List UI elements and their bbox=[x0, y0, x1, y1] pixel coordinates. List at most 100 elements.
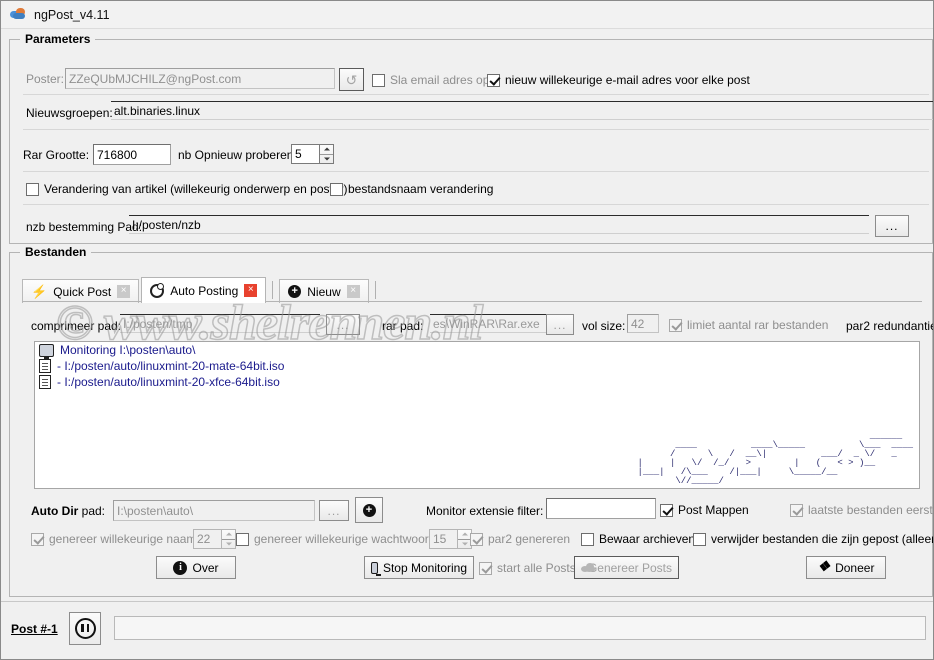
new-random-email-checkbox[interactable]: nieuw willekeurige e-mail adres voor elk… bbox=[487, 73, 750, 87]
par2-generate-label: par2 genereren bbox=[488, 532, 571, 546]
tab-divider bbox=[374, 281, 376, 299]
divider bbox=[23, 204, 929, 205]
keep-archives-checkbox[interactable]: Bewaar archieven bbox=[581, 532, 695, 546]
latest-files-first-checkbox[interactable]: laatste bestanden eerst bbox=[790, 503, 933, 517]
rar-path-browse-button[interactable]: ... bbox=[546, 314, 574, 335]
delete-posted-checkbox[interactable]: verwijder bestanden die zijn gepost (all… bbox=[693, 532, 934, 546]
tab-nieuw[interactable]: + Nieuw × bbox=[279, 279, 369, 303]
retry-label: nb Opnieuw proberen: bbox=[178, 148, 297, 162]
random-password-length-value: 15 bbox=[429, 529, 457, 549]
auto-dir-add-button[interactable]: + bbox=[355, 497, 383, 523]
list-item[interactable]: Monitoring I:\posten\auto\ bbox=[35, 342, 919, 359]
article-change-checkbox[interactable]: Verandering van artikel (willekeurig ond… bbox=[26, 182, 348, 196]
checkbox-box bbox=[487, 73, 500, 87]
rar-size-input[interactable] bbox=[93, 144, 171, 165]
checkbox-box bbox=[790, 503, 803, 517]
compress-path-browse-button[interactable]: ... bbox=[326, 314, 360, 335]
list-item-label: - I:/posten/auto/linuxmint-20-mate-64bit… bbox=[57, 359, 285, 373]
random-password-label: genereer willekeurige wachtwoord bbox=[254, 532, 436, 546]
retry-stepper-buttons[interactable] bbox=[319, 144, 334, 164]
auto-dir-input[interactable] bbox=[113, 500, 315, 521]
about-button[interactable]: i Over bbox=[156, 556, 236, 579]
plus-circle-icon: + bbox=[362, 503, 376, 517]
stop-monitoring-label: Stop Monitoring bbox=[382, 560, 467, 575]
random-password-checkbox[interactable]: genereer willekeurige wachtwoord bbox=[236, 532, 435, 546]
random-name-length-stepper[interactable]: 22 bbox=[193, 529, 236, 549]
auto-dir-label-bold: Auto Dir bbox=[31, 504, 79, 518]
rar-path-label: rar pad: bbox=[382, 319, 424, 333]
list-item[interactable]: - I:/posten/auto/linuxmint-20-xfce-64bit… bbox=[35, 374, 919, 390]
checkbox-box bbox=[330, 182, 343, 196]
filename-change-label: bestandsnaam verandering bbox=[348, 182, 494, 196]
retry-stepper[interactable]: 5 bbox=[291, 144, 334, 164]
tab-close-icon[interactable]: × bbox=[346, 285, 360, 298]
donate-button-label: Doneer bbox=[835, 560, 875, 575]
filename-change-checkbox[interactable]: bestandsnaam verandering bbox=[330, 182, 493, 196]
tab-bar: ⚡ Quick Post × Auto Posting × + Nieuw × bbox=[22, 276, 922, 303]
monitor-filter-input[interactable] bbox=[546, 498, 656, 519]
tab-close-icon[interactable]: × bbox=[244, 284, 258, 297]
limit-rar-files-checkbox[interactable]: limiet aantal rar bestanden bbox=[669, 318, 828, 332]
ascii-art-watermark: ______ ____ ____\_____ \___ ____ / \ / _… bbox=[637, 431, 913, 486]
info-icon: i bbox=[173, 560, 188, 575]
plus-circle-icon: + bbox=[288, 285, 302, 298]
random-name-label: genereer willekeurige naam bbox=[49, 532, 197, 546]
file-list[interactable]: Monitoring I:\posten\auto\ - I:/posten/a… bbox=[34, 341, 920, 489]
list-item[interactable]: - I:/posten/auto/linuxmint-20-mate-64bit… bbox=[35, 358, 919, 374]
checkbox-box bbox=[479, 561, 492, 575]
auto-dir-browse-button[interactable]: ... bbox=[319, 500, 349, 521]
poster-input[interactable] bbox=[65, 68, 335, 89]
rar-size-label: Rar Grootte: bbox=[23, 148, 90, 162]
parameters-group-title: Parameters bbox=[20, 32, 96, 46]
tab-quick-post[interactable]: ⚡ Quick Post × bbox=[22, 279, 140, 303]
title-bar: ngPost_v4.11 bbox=[1, 1, 933, 29]
limit-rar-files-label: limiet aantal rar bestanden bbox=[687, 318, 829, 332]
tab-label: Auto Posting bbox=[170, 283, 239, 298]
save-email-checkbox[interactable]: Sla email adres op bbox=[372, 73, 489, 87]
post-folders-label: Post Mappen bbox=[678, 503, 749, 517]
file-icon bbox=[39, 359, 51, 373]
refresh-poster-button[interactable]: ↺ bbox=[339, 68, 364, 91]
cloud-icon bbox=[10, 6, 27, 23]
random-name-checkbox[interactable]: genereer willekeurige naam bbox=[31, 532, 196, 546]
start-all-posts-label: start alle Posts bbox=[497, 561, 576, 575]
delete-posted-label: verwijder bestanden die zijn gepost (all… bbox=[711, 532, 934, 546]
nzb-path-browse-button[interactable]: ... bbox=[875, 215, 909, 237]
generate-posts-button[interactable]: Genereer Posts bbox=[574, 556, 679, 579]
start-all-posts-checkbox[interactable]: start alle Posts bbox=[479, 561, 576, 575]
stop-monitoring-button[interactable]: Stop Monitoring bbox=[364, 556, 474, 579]
vol-size-label: vol size: bbox=[582, 319, 626, 333]
checkbox-box bbox=[26, 182, 39, 196]
checkbox-box bbox=[31, 532, 44, 546]
file-icon bbox=[39, 375, 51, 389]
vol-size-input[interactable] bbox=[627, 314, 659, 333]
tab-label: Nieuw bbox=[307, 284, 341, 299]
app-window: ngPost_v4.11 Parameters Poster: ↺ Sla em… bbox=[0, 0, 934, 660]
divider bbox=[23, 129, 929, 130]
pause-icon bbox=[74, 618, 96, 639]
poster-label: Poster: bbox=[26, 72, 65, 86]
tab-auto-posting[interactable]: Auto Posting × bbox=[141, 277, 267, 303]
auto-gear-icon bbox=[150, 282, 165, 298]
newsgroups-input[interactable] bbox=[111, 101, 933, 120]
lightning-icon: ⚡ bbox=[31, 284, 48, 299]
divider bbox=[23, 171, 929, 172]
random-name-length-value: 22 bbox=[193, 529, 221, 549]
nzb-path-input[interactable] bbox=[129, 215, 869, 234]
cloud-icon bbox=[581, 562, 595, 573]
about-button-label: Over bbox=[192, 560, 219, 575]
checkbox-box bbox=[470, 532, 483, 546]
stepper-buttons[interactable] bbox=[221, 529, 236, 549]
post-link[interactable]: Post #-1 bbox=[11, 622, 58, 636]
compress-path-input[interactable] bbox=[120, 314, 320, 333]
random-password-length-stepper[interactable]: 15 bbox=[429, 529, 472, 549]
compress-path-label: comprimeer pad: bbox=[31, 319, 122, 333]
pause-button[interactable] bbox=[69, 612, 101, 645]
files-group-title: Bestanden bbox=[20, 245, 92, 259]
rar-path-input[interactable] bbox=[430, 314, 562, 333]
tab-close-icon[interactable]: × bbox=[117, 285, 131, 298]
par2-generate-checkbox[interactable]: par2 genereren bbox=[470, 532, 570, 546]
donate-button[interactable]: ❖ Doneer bbox=[806, 556, 886, 579]
post-folders-checkbox[interactable]: Post Mappen bbox=[660, 503, 749, 517]
retry-value: 5 bbox=[291, 144, 319, 164]
